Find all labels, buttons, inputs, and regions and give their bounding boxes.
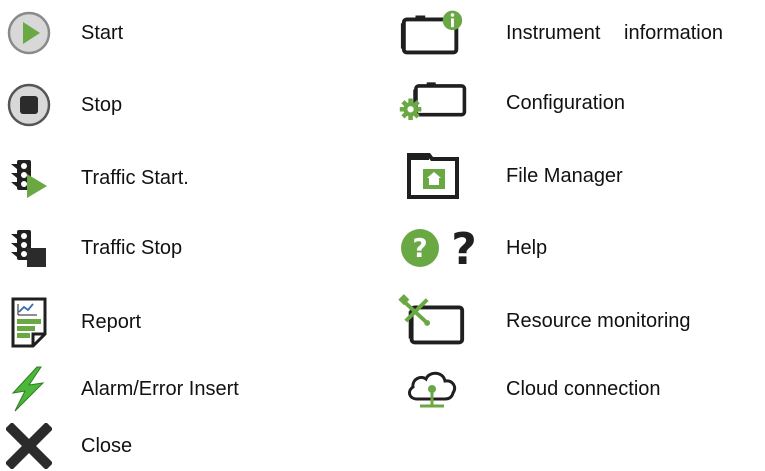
tablet-info-icon [398, 8, 468, 58]
tablet-tools-icon [398, 294, 468, 346]
legend-label: Resource monitoring [506, 309, 691, 332]
legend-row-instrument-info: Instrument information [0, 8, 765, 58]
legend-label: Cloud connection [506, 377, 661, 400]
close-x-icon [4, 421, 54, 471]
legend-row-help: ? ? Help [0, 223, 765, 273]
tablet-gear-icon [398, 78, 468, 128]
legend-row-close: Close [4, 421, 384, 471]
folder-home-icon [398, 151, 468, 201]
cloud-connection-icon [398, 364, 468, 414]
legend-label: Close [81, 434, 133, 457]
svg-text:?: ? [412, 234, 427, 264]
legend-row-configuration: Configuration [0, 78, 765, 128]
legend-label: Instrument information [506, 21, 723, 44]
legend-label: Help [506, 236, 548, 259]
legend-row-file-manager: File Manager [0, 151, 765, 201]
legend-label: Configuration [506, 91, 625, 114]
legend-label: File Manager [506, 164, 623, 187]
svg-text:?: ? [451, 226, 477, 270]
legend-row-cloud-connection: Cloud connection [0, 364, 765, 414]
help-question-icon: ? ? [398, 223, 488, 273]
legend-row-resource-monitoring: Resource monitoring [0, 294, 765, 346]
